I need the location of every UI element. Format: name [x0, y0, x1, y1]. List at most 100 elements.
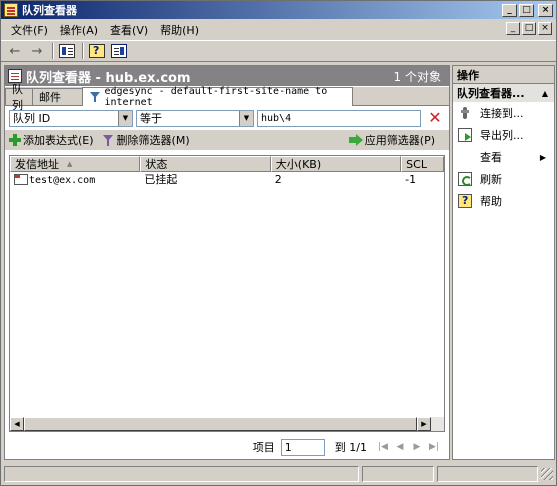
column-from-label: 发信地址 — [15, 158, 59, 171]
help-icon — [458, 194, 472, 208]
child-minimize-button[interactable]: _ — [506, 22, 520, 35]
page-number-input[interactable]: 1 — [280, 438, 325, 456]
maximize-button[interactable]: □ — [519, 3, 534, 17]
add-icon — [9, 134, 21, 146]
menu-action[interactable]: 操作(A) — [54, 22, 104, 38]
help-icon — [89, 44, 105, 58]
action-refresh[interactable]: 刷新 — [453, 168, 554, 190]
help-button[interactable] — [87, 42, 107, 60]
action-pane-section[interactable]: 队列查看器... ▲ — [453, 84, 554, 102]
cell-from: test@ex.com — [10, 173, 140, 186]
column-header-scl[interactable]: SCL — [401, 156, 444, 172]
minimize-button[interactable]: _ — [502, 3, 517, 17]
mail-message-icon — [14, 173, 28, 185]
scroll-right-icon[interactable]: ▶ — [417, 417, 431, 431]
table-row[interactable]: test@ex.com 已挂起 2 -1 — [10, 172, 444, 186]
submenu-arrow-icon: ▶ — [539, 152, 546, 162]
from-address: test@ex.com — [29, 174, 96, 186]
tab-queues[interactable]: 队列 — [5, 83, 33, 112]
menu-file[interactable]: 文件(F) — [5, 22, 54, 38]
remove-filter-button[interactable]: 删除筛选器(M) — [102, 132, 190, 148]
chevron-down-icon[interactable]: ▼ — [239, 110, 253, 126]
chevron-down-icon[interactable]: ▼ — [118, 110, 132, 126]
status-panel-main — [4, 466, 360, 482]
apply-arrow-icon — [348, 134, 363, 146]
close-button[interactable]: × — [538, 3, 553, 17]
back-arrow-icon[interactable]: ← — [5, 42, 25, 60]
action-pane: 操作 队列查看器... ▲ 连接到... 导出列... 查看 ▶ 刷新 帮助 — [452, 65, 555, 460]
action-export-list[interactable]: 导出列... — [453, 124, 554, 146]
tab-edgesync-label: edgesync - default-first-site-name to in… — [104, 86, 328, 108]
status-panel-3 — [436, 466, 539, 482]
queue-viewer-main-pane: 队列查看器 - hub.ex.com 1 个对象 队列 邮件 edgesync … — [4, 65, 450, 460]
window-title: 队列查看器 — [22, 4, 77, 17]
status-panel-2 — [362, 466, 434, 482]
show-hide-console-tree-button[interactable] — [57, 42, 77, 60]
menu-view[interactable]: 查看(V) — [104, 22, 154, 38]
queue-viewer-app-icon — [4, 3, 18, 17]
action-export-label: 导出列... — [480, 129, 524, 142]
child-maximize-button[interactable]: □ — [522, 22, 536, 35]
previous-page-icon[interactable]: ◀ — [393, 442, 407, 452]
cell-status: 已挂起 — [144, 173, 178, 186]
column-header-from[interactable]: 发信地址 ▲ — [10, 156, 141, 172]
child-close-button[interactable]: × — [538, 22, 552, 35]
tab-messages-label: 邮件 — [39, 91, 61, 104]
scrollbar-thumb[interactable] — [24, 417, 417, 431]
pager: 项目 1 到 1/1 |◀ ◀ ▶ ▶| — [5, 436, 449, 458]
last-page-icon[interactable]: ▶| — [427, 442, 441, 452]
add-expression-button[interactable]: 添加表达式(E) — [9, 132, 94, 148]
filter-field-value: 队列 ID — [13, 112, 51, 125]
show-hide-action-pane-button[interactable] — [109, 42, 129, 60]
title-bar[interactable]: 队列查看器 _ □ × — [1, 1, 556, 19]
forward-arrow-icon[interactable]: → — [27, 42, 47, 60]
apply-filter-button[interactable]: 应用筛选器(P) — [348, 132, 435, 148]
tab-strip: 队列 邮件 edgesync - default-first-site-name… — [5, 83, 449, 112]
object-count: 1 个对象 — [393, 69, 441, 84]
resize-grip-icon[interactable] — [541, 468, 553, 480]
refresh-icon — [458, 172, 472, 186]
tab-edgesync-queue[interactable]: edgesync - default-first-site-name to in… — [82, 86, 353, 108]
menu-help[interactable]: 帮助(H) — [154, 22, 205, 38]
menu-bar: 文件(F) 操作(A) 查看(V) 帮助(H) _ □ × — [1, 20, 556, 39]
action-view[interactable]: 查看 ▶ — [453, 146, 554, 168]
filter-operator-value: 等于 — [140, 112, 162, 125]
collapse-arrow-icon[interactable]: ▲ — [542, 89, 548, 98]
scroll-left-icon[interactable]: ◀ — [10, 417, 24, 431]
pager-of-label: 到 1/1 — [334, 441, 367, 454]
horizontal-scrollbar[interactable]: ◀ ▶ — [10, 417, 444, 431]
toolbar: ← → — [1, 40, 556, 62]
mdi-controls: _ □ × — [506, 22, 552, 35]
toolbar-separator — [82, 43, 84, 59]
filter-value-input[interactable]: hub\4 — [257, 109, 421, 127]
queue-viewer-window: 队列查看器 _ □ × 文件(F) 操作(A) 查看(V) 帮助(H) _ □ … — [0, 0, 557, 486]
remove-filter-x-icon[interactable]: ✕ — [427, 110, 443, 126]
column-scl-label: SCL — [406, 157, 427, 171]
filter-operator-select[interactable]: 等于 ▼ — [136, 109, 254, 127]
pager-item-label: 项目 — [252, 441, 275, 454]
pane-title: 队列查看器 - hub.ex.com — [26, 70, 191, 86]
action-help[interactable]: 帮助 — [453, 190, 554, 212]
connect-icon — [458, 106, 472, 120]
action-connect-to[interactable]: 连接到... — [453, 102, 554, 124]
remove-filter-label: 删除筛选器(M) — [116, 134, 190, 147]
status-bar — [1, 463, 556, 485]
column-header-status[interactable]: 状态 — [140, 156, 271, 172]
first-page-icon[interactable]: |◀ — [376, 442, 390, 452]
action-pane-title: 操作 — [453, 66, 554, 84]
view-spacer — [458, 150, 472, 164]
remove-filter-icon — [102, 134, 115, 147]
action-view-label: 查看 — [480, 151, 502, 164]
filter-field-select[interactable]: 队列 ID ▼ — [9, 109, 133, 127]
tab-messages[interactable]: 邮件 — [32, 88, 83, 105]
apply-filter-label: 应用筛选器(P) — [364, 134, 435, 147]
add-expression-label: 添加表达式(E) — [23, 134, 94, 147]
filter-icon — [89, 91, 101, 103]
next-page-icon[interactable]: ▶ — [410, 442, 424, 452]
column-header-size[interactable]: 大小(KB) — [270, 156, 402, 172]
column-status-label: 状态 — [145, 158, 168, 171]
pane-header: 队列查看器 - hub.ex.com 1 个对象 — [5, 66, 449, 86]
message-list: 发信地址 ▲ 状态 大小(KB) SCL test@ex.com 已挂起 2 -… — [9, 155, 445, 432]
action-section-label: 队列查看器... — [457, 87, 525, 100]
console-tree-icon — [59, 44, 75, 58]
